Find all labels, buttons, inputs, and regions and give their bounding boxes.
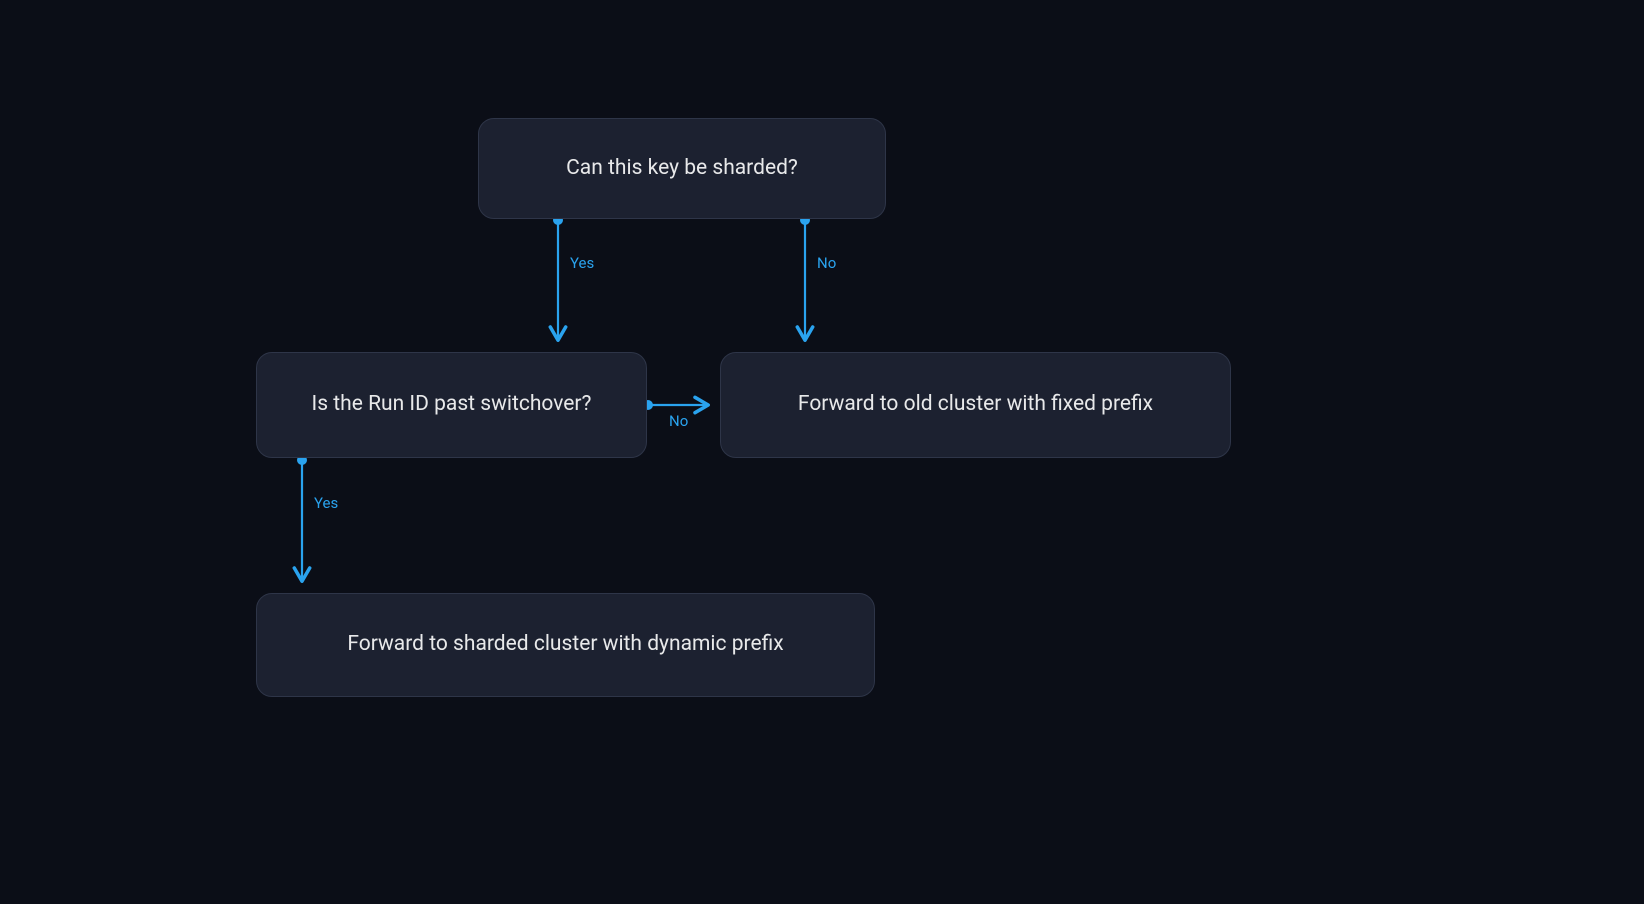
edge-sharded-yes: [553, 215, 563, 338]
label-runid-yes: Yes: [314, 494, 338, 512]
node-sharded-cluster-text: Forward to sharded cluster with dynamic …: [347, 631, 783, 658]
edge-runid-no: [643, 400, 706, 410]
node-old-cluster-text: Forward to old cluster with fixed prefix: [798, 391, 1153, 418]
node-old-cluster: Forward to old cluster with fixed prefix: [720, 352, 1231, 458]
edge-runid-yes: [297, 455, 307, 579]
node-can-shard: Can this key be sharded?: [478, 118, 886, 219]
label-sharded-yes: Yes: [570, 254, 594, 272]
label-sharded-no: No: [817, 254, 836, 272]
node-can-shard-text: Can this key be sharded?: [566, 155, 798, 182]
flowchart-canvas: Can this key be sharded? Is the Run ID p…: [0, 0, 1644, 904]
label-runid-no: No: [669, 412, 688, 430]
node-runid-past-text: Is the Run ID past switchover?: [312, 391, 592, 418]
node-runid-past: Is the Run ID past switchover?: [256, 352, 647, 458]
node-sharded-cluster: Forward to sharded cluster with dynamic …: [256, 593, 875, 697]
edge-sharded-no: [800, 215, 810, 338]
